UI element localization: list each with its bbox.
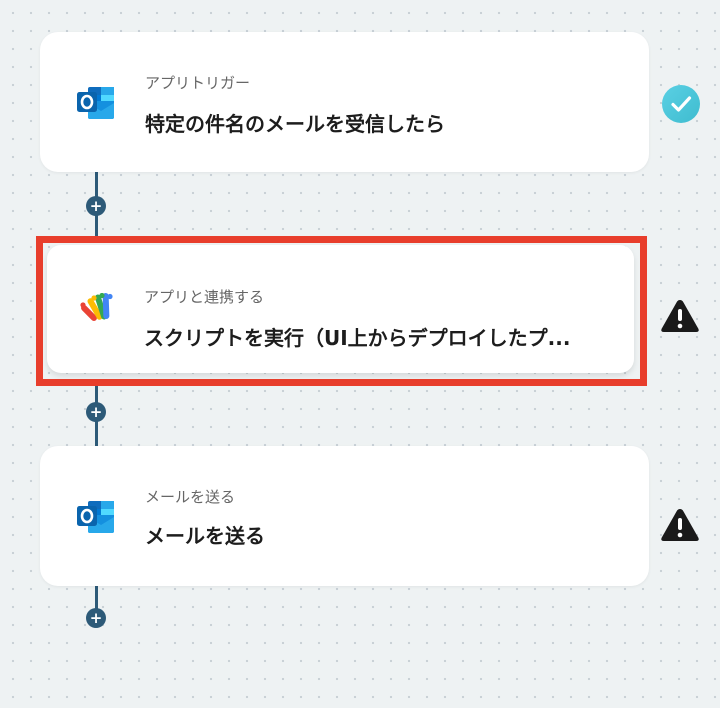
step-subtitle: アプリトリガー bbox=[145, 74, 251, 92]
step-subtitle: メールを送る bbox=[145, 488, 236, 506]
step-title: 特定の件名のメールを受信したら bbox=[145, 112, 445, 136]
step-card-body: アプリと連携する スクリプトを実行（UI上からデプロイしたプ... bbox=[47, 245, 634, 373]
add-step-button[interactable]: + bbox=[86, 608, 106, 628]
step-card-trigger[interactable]: アプリトリガー 特定の件名のメールを受信したら bbox=[40, 32, 649, 172]
warning-icon bbox=[660, 507, 700, 547]
step-card-send-mail[interactable]: メールを送る メールを送る bbox=[40, 446, 649, 586]
step-subtitle: アプリと連携する bbox=[144, 288, 265, 306]
check-icon bbox=[662, 85, 700, 127]
add-step-button[interactable]: + bbox=[86, 196, 106, 216]
outlook-icon bbox=[76, 498, 116, 540]
add-step-button[interactable]: + bbox=[86, 402, 106, 422]
outlook-icon bbox=[76, 84, 116, 126]
step-title: メールを送る bbox=[145, 524, 265, 548]
warning-icon bbox=[660, 298, 700, 338]
step-title: スクリプトを実行（UI上からデプロイしたプ... bbox=[144, 326, 571, 350]
step-card-script[interactable]: アプリと連携する スクリプトを実行（UI上からデプロイしたプ... bbox=[36, 236, 647, 386]
google-apps-script-icon bbox=[77, 292, 121, 337]
